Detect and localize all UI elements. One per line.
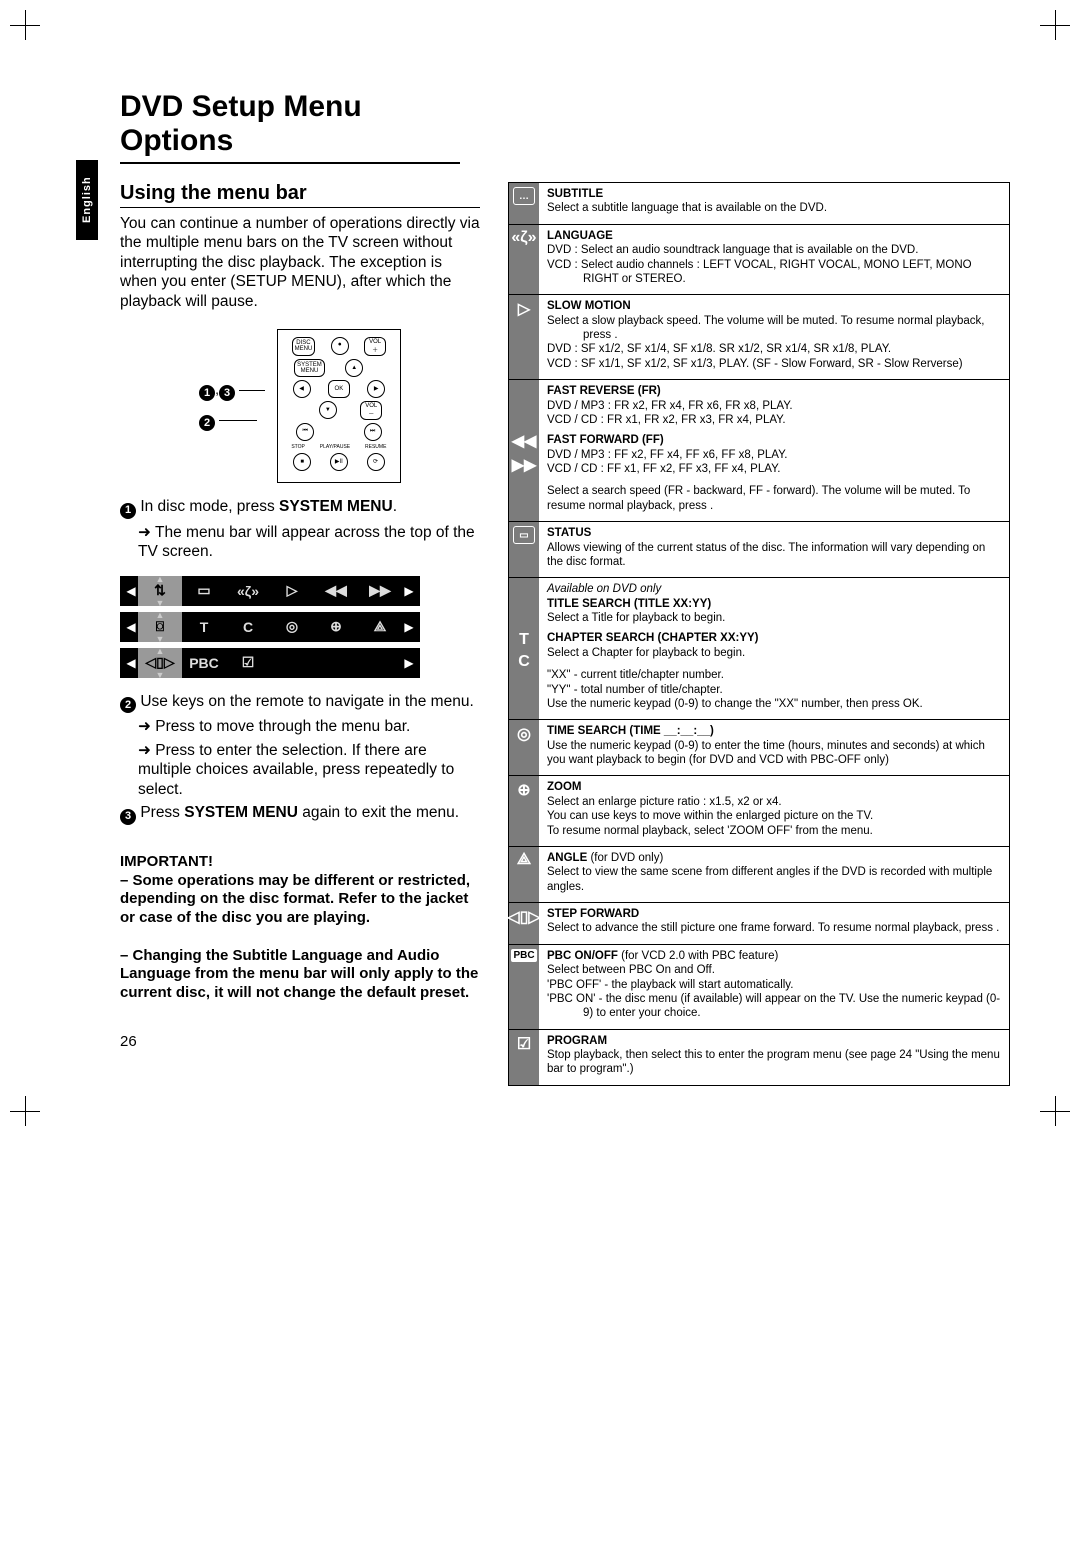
- page-number: 26: [120, 1033, 480, 1050]
- feature-row: ⊕ZOOMSelect an enlarge picture ratio : x…: [509, 775, 1009, 846]
- feature-body: STEP FORWARDSelect to advance the still …: [539, 903, 1009, 944]
- feature-row: ⟁ANGLE (for DVD only)Select to view the …: [509, 846, 1009, 902]
- feature-body: TIME SEARCH (TIME __:__:__)Use the numer…: [539, 720, 1009, 775]
- feature-icon: ◁▯▷: [509, 903, 539, 944]
- step2: 2 Use keys on the remote to navigate in …: [120, 692, 480, 714]
- feature-body: LANGUAGEDVD : Select an audio soundtrack…: [539, 225, 1009, 295]
- feature-body: Available on DVD onlyTITLE SEARCH (TITLE…: [539, 578, 1009, 719]
- left-column: Using the menu bar You can continue a nu…: [120, 182, 480, 1086]
- feature-icon: ▭: [509, 522, 539, 577]
- feature-body: FAST REVERSE (FR)DVD / MP3 : FR x2, FR x…: [539, 380, 1009, 521]
- feature-icon: «ζ»: [509, 225, 539, 295]
- feature-icon: PBC: [509, 945, 539, 1029]
- important-note-1: – Some operations may be different or re…: [120, 872, 470, 927]
- feature-row: TCAvailable on DVD onlyTITLE SEARCH (TIT…: [509, 577, 1009, 719]
- feature-body: PBC ON/OFF (for VCD 2.0 with PBC feature…: [539, 945, 1009, 1029]
- feature-icon: ⟁: [509, 847, 539, 902]
- feature-row: «ζ»LANGUAGEDVD : Select an audio soundtr…: [509, 224, 1009, 295]
- intro-paragraph: You can continue a number of operations …: [120, 214, 480, 311]
- feature-icon: ⊕: [509, 776, 539, 846]
- step2-result1: ➜ Press to move through the menu bar.: [120, 717, 480, 736]
- feature-row: PBCPBC ON/OFF (for VCD 2.0 with PBC feat…: [509, 944, 1009, 1029]
- step3: 3 Press SYSTEM MENU again to exit the me…: [120, 803, 480, 825]
- feature-row: ◁▯▷STEP FORWARDSelect to advance the sti…: [509, 902, 1009, 944]
- important-note-2: – Changing the Subtitle Language and Aud…: [120, 947, 478, 1002]
- feature-body: ANGLE (for DVD only)Select to view the s…: [539, 847, 1009, 902]
- step2-result2: ➜ Press to enter the selection. If there…: [120, 741, 480, 799]
- feature-icon: ☑: [509, 1030, 539, 1085]
- feature-table: …SUBTITLESelect a subtitle language that…: [508, 182, 1010, 1086]
- feature-icon: …: [509, 183, 539, 224]
- language-tab: English: [76, 160, 98, 240]
- feature-row: …SUBTITLESelect a subtitle language that…: [509, 183, 1009, 224]
- feature-body: SUBTITLESelect a subtitle language that …: [539, 183, 1009, 224]
- feature-body: STATUSAllows viewing of the current stat…: [539, 522, 1009, 577]
- remote-diagram: 1,3 2 DISCMENU⏺VOL＋ SYSTEMMENU▲ ◀OK▶ ▼VO…: [180, 329, 420, 483]
- feature-row: ◎TIME SEARCH (TIME __:__:__)Use the nume…: [509, 719, 1009, 775]
- feature-icon: ◎: [509, 720, 539, 775]
- feature-row: ◀◀▶▶FAST REVERSE (FR)DVD / MP3 : FR x2, …: [509, 379, 1009, 521]
- feature-body: SLOW MOTIONSelect a slow playback speed.…: [539, 295, 1009, 379]
- feature-row: ☑PROGRAMStop playback, then select this …: [509, 1029, 1009, 1085]
- important-block: IMPORTANT! – Some operations may be diff…: [120, 853, 480, 1003]
- feature-icon: TC: [509, 578, 539, 719]
- feature-icon: ◀◀▶▶: [509, 380, 539, 521]
- step1: 1 In disc mode, press SYSTEM MENU.: [120, 497, 480, 519]
- feature-icon: ▷: [509, 295, 539, 379]
- important-label: IMPORTANT!: [120, 853, 213, 870]
- section-heading: Using the menu bar: [120, 182, 480, 208]
- menubar-diagram: ◀⇅▲▼▭«ζ»▷◀◀▶▶▶◀⌼▲▼TC◎⊕⟁▶◀◁▯▷▲▼PBC☑▶: [120, 576, 420, 678]
- feature-row: ▷SLOW MOTIONSelect a slow playback speed…: [509, 294, 1009, 379]
- feature-row: ▭STATUSAllows viewing of the current sta…: [509, 521, 1009, 577]
- feature-body: ZOOMSelect an enlarge picture ratio : x1…: [539, 776, 1009, 846]
- feature-body: PROGRAMStop playback, then select this t…: [539, 1030, 1009, 1085]
- page-title: DVD Setup Menu Options: [120, 90, 460, 164]
- step1-result: ➜ The menu bar will appear across the to…: [120, 523, 480, 562]
